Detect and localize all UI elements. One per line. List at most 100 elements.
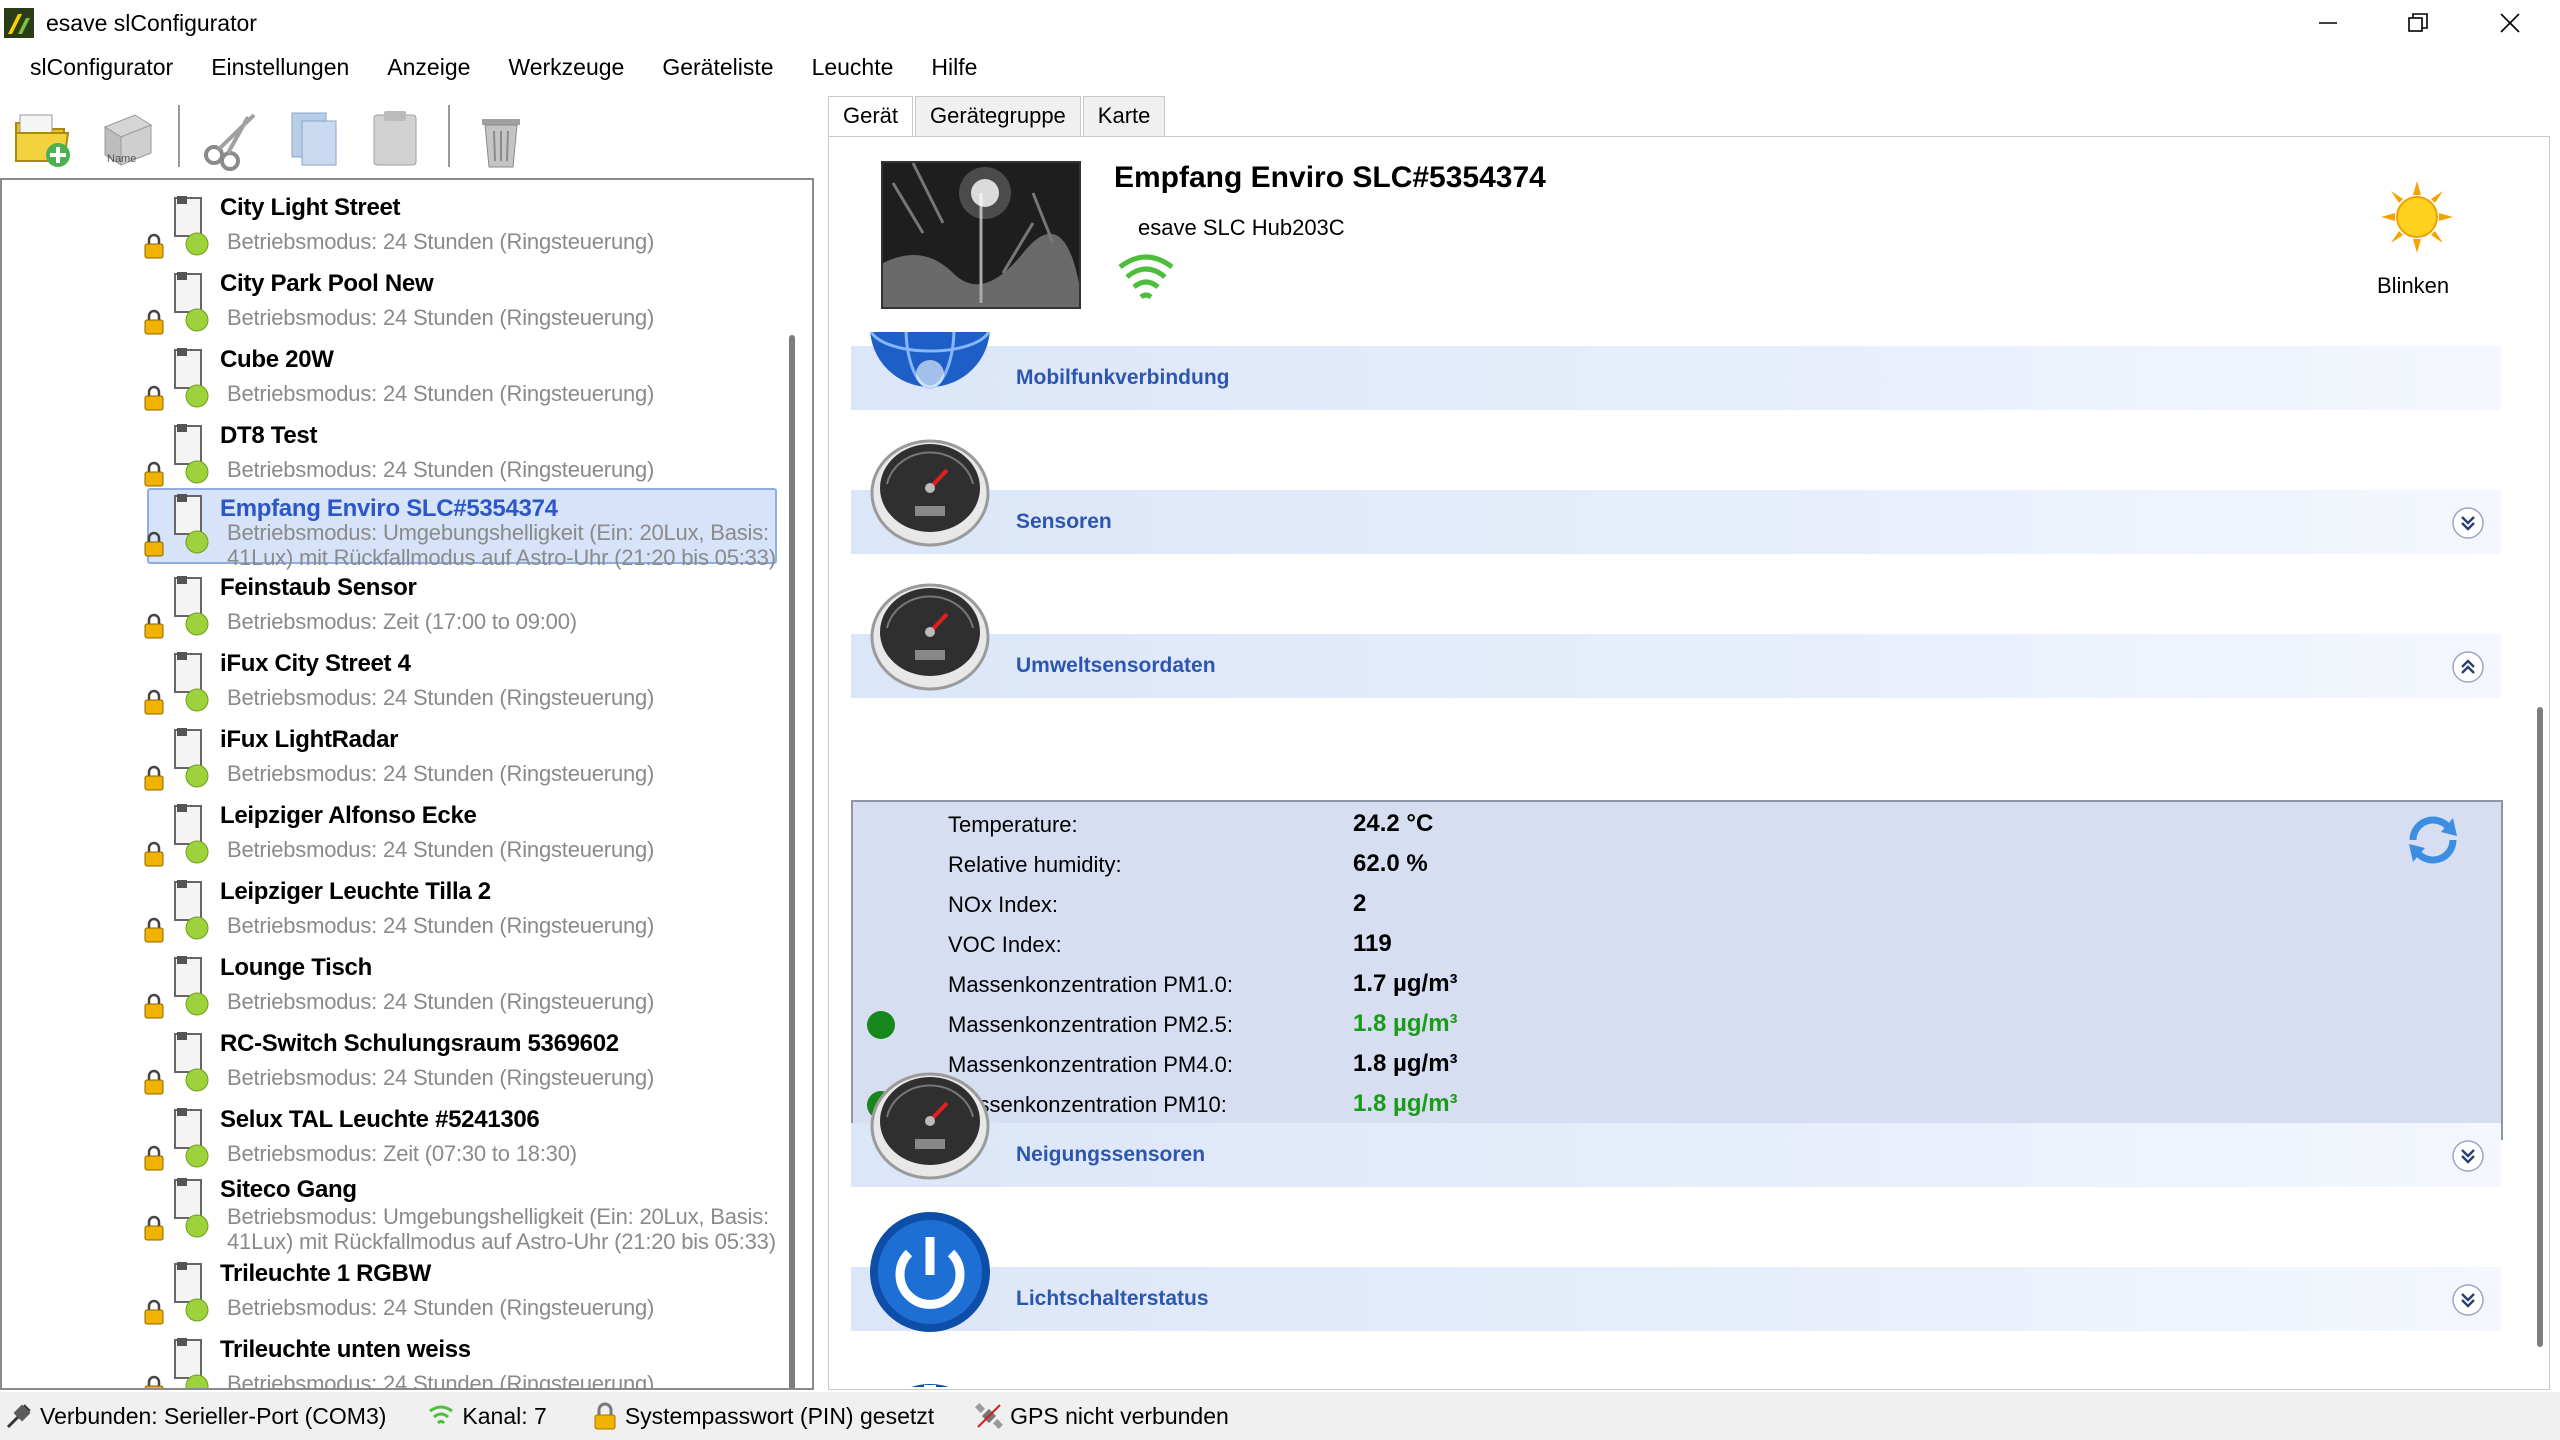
tree-item-name: Trileuchte unten weiss [220, 1336, 471, 1363]
env-value: 1.8 µg/m³ [1353, 1010, 1458, 1037]
refresh-icon[interactable] [2403, 810, 2463, 870]
section-title-sensoren: Sensoren [1016, 510, 1112, 533]
menu-slconfigurator[interactable]: slConfigurator [0, 48, 192, 90]
panel-scrollbar[interactable] [2537, 707, 2543, 1347]
lock-icon [144, 613, 164, 639]
info-icon [911, 1384, 949, 1387]
env-label: Massenkonzentration PM1.0: [948, 972, 1233, 997]
tree-item-name: City Light Street [220, 194, 401, 221]
device-icon [174, 880, 209, 940]
status-channel-text: Kanal: 7 [462, 1402, 547, 1429]
globe-icon [869, 332, 991, 389]
lock-icon [144, 689, 164, 715]
lock-icon [144, 309, 164, 335]
minimize-button[interactable] [2282, 0, 2374, 46]
rename-button[interactable]: Name [95, 105, 161, 171]
trash-icon [482, 119, 520, 168]
lock-icon [144, 993, 164, 1019]
env-value: 1.8 µg/m³ [1353, 1050, 1458, 1077]
menu-leuchte[interactable]: Leuchte [793, 48, 913, 90]
status-bar: Verbunden: Serieller-Port (COM3) Kanal: … [0, 1392, 2560, 1440]
status-ok-indicator [867, 1011, 895, 1039]
status-password-text: Systempasswort (PIN) gesetzt [624, 1402, 935, 1429]
lock-icon [144, 531, 164, 557]
tab-geraet[interactable]: Gerät [828, 96, 914, 138]
lock-icon [144, 461, 164, 487]
tree-item-mode: Betriebsmodus: 24 Stunden (Ringsteuerung… [227, 989, 655, 1014]
tree-item-mode: Betriebsmodus: 24 Stunden (Ringsteuerung… [227, 761, 655, 786]
section-title-lichtschalterstatus: Lichtschalterstatus [1016, 1287, 1209, 1310]
status-channel: Kanal: 7 [426, 1401, 547, 1431]
device-title: Empfang Enviro SLC#5354374 [1114, 161, 1546, 194]
device-icon [174, 728, 209, 788]
env-label: Massenkonzentration PM2.5: [948, 1012, 1233, 1037]
blink-label: Blinken [2377, 273, 2450, 298]
close-icon [2500, 13, 2520, 33]
new-folder-icon [15, 114, 70, 167]
tree-item-name: Cube 20W [220, 346, 334, 373]
section-title-mobilfunk: Mobilfunkverbindung [1016, 366, 1230, 389]
restore-button[interactable] [2372, 0, 2464, 46]
chevron-down-icon[interactable] [2451, 506, 2485, 540]
menu-geraeteliste[interactable]: Geräteliste [643, 48, 792, 90]
paste-button[interactable] [362, 105, 428, 171]
tree-item-mode: Betriebsmodus: 24 Stunden (Ringsteuerung… [227, 457, 655, 482]
tree-item-mode: Betriebsmodus: 24 Stunden (Ringsteuerung… [227, 1065, 655, 1090]
copy-icon [291, 112, 337, 166]
new-folder-button[interactable] [10, 105, 76, 171]
cut-button[interactable] [198, 105, 264, 171]
menu-hilfe[interactable]: Hilfe [912, 48, 996, 90]
status-connection-text: Verbunden: Serieller-Port (COM3) [40, 1402, 387, 1429]
paste-icon [373, 111, 417, 166]
env-value: 1.8 µg/m³ [1353, 1090, 1458, 1117]
device-icon [174, 1262, 209, 1322]
tree-item-name: City Park Pool New [220, 270, 434, 297]
device-tree[interactable]: City Light Street Betriebsmodus: 24 Stund… [0, 178, 814, 1390]
device-icon [174, 272, 209, 332]
gauge-icon [870, 583, 990, 691]
toolbar-separator [448, 105, 450, 167]
env-value: 2 [1353, 890, 1367, 917]
status-gps: GPS nicht verbunden [974, 1401, 1229, 1431]
lock-icon [144, 1375, 164, 1388]
tree-item-name: iFux City Street 4 [220, 650, 411, 677]
blink-button[interactable] [2379, 179, 2455, 255]
env-label: Temperature: [948, 812, 1078, 837]
cut-icon [204, 113, 256, 171]
lock-icon [144, 1299, 164, 1325]
menu-einstellungen[interactable]: Einstellungen [192, 48, 368, 90]
env-value: 62.0 % [1353, 850, 1428, 877]
env-value: 1.7 µg/m³ [1353, 970, 1458, 997]
device-icon [174, 1032, 209, 1092]
minimize-icon [2319, 22, 2337, 24]
tree-item-mode: Betriebsmodus: Umgebungshelligkeit (Ein:… [227, 1204, 776, 1254]
lock-icon [144, 765, 164, 791]
tree-item-name: Trileuchte 1 RGBW [220, 1260, 431, 1287]
env-value: 24.2 °C [1353, 810, 1434, 837]
tab-geraetegruppe[interactable]: Gerätegruppe [915, 96, 1081, 136]
tree-scrollbar[interactable] [789, 335, 795, 1388]
device-icon [174, 1338, 209, 1388]
device-icon [174, 956, 209, 1016]
tree-item-mode: Betriebsmodus: 24 Stunden (Ringsteuerung… [227, 913, 655, 938]
status-connection: Verbunden: Serieller-Port (COM3) [4, 1401, 386, 1431]
device-icon [174, 348, 209, 408]
copy-button[interactable] [282, 105, 348, 171]
device-icon [174, 1108, 209, 1168]
lock-icon [144, 385, 164, 411]
tree-item-mode: Betriebsmodus: 24 Stunden (Ringsteuerung… [227, 837, 655, 862]
chevron-down-icon[interactable] [2451, 1283, 2485, 1317]
delete-button[interactable] [468, 105, 534, 171]
sun-icon [2381, 181, 2453, 253]
chevron-down-icon[interactable] [2451, 1139, 2485, 1173]
tree-item-name: RC-Switch Schulungsraum 5369602 [220, 1030, 619, 1057]
tree-item-mode: Betriebsmodus: 24 Stunden (Ringsteuerung… [227, 685, 655, 710]
menu-werkzeuge[interactable]: Werkzeuge [489, 48, 643, 90]
close-button[interactable] [2464, 0, 2556, 46]
lock-icon [144, 1069, 164, 1095]
tab-karte[interactable]: Karte [1082, 96, 1166, 136]
chevron-up-icon[interactable] [2451, 650, 2485, 684]
menu-anzeige[interactable]: Anzeige [368, 48, 489, 90]
env-label: VOC Index: [948, 932, 1062, 957]
signal-strength-icon [1118, 254, 1174, 300]
